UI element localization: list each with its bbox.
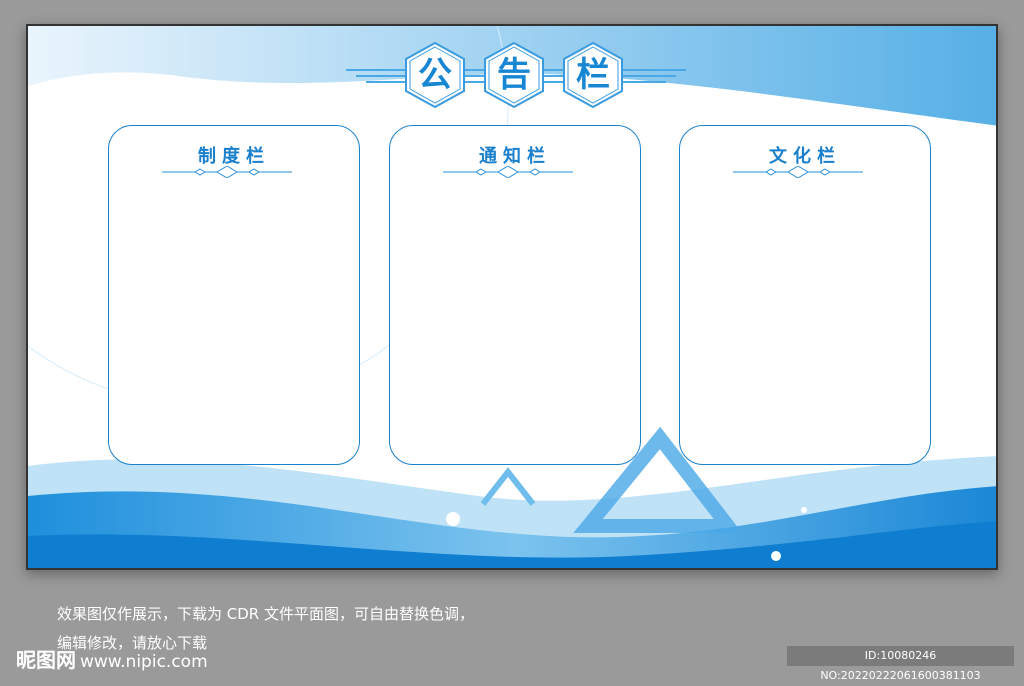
panel-culture: 文化栏 [679,125,931,465]
divider-ornament-icon [733,166,863,178]
divider-ornament-icon [162,166,292,178]
title-hex-2: 告 [484,42,544,108]
title-hex-1: 公 [405,42,465,108]
caption-line-1: 效果图仅作展示，下载为 CDR 文件平面图，可自由替换色调， [57,605,474,623]
title-char: 公 [418,55,452,95]
bulletin-board: 公 告 栏 制度栏 通知栏 文化栏 [26,24,998,570]
panel-title: 文化栏 [769,146,841,167]
logo-text: 昵图网 [16,648,76,672]
panel-title: 制度栏 [198,146,270,167]
title-char: 告 [497,55,531,95]
panel-rules: 制度栏 [108,125,360,465]
image-id-label: ID:10080246 NO:20220222061600381103 [787,646,1014,682]
panel-title: 通知栏 [479,146,551,167]
title-char: 栏 [576,55,610,95]
watermark-url: www.nipic.com [80,652,208,672]
title-hex-3: 栏 [563,42,623,108]
divider-ornament-icon [443,166,573,178]
panel-notice: 通知栏 [389,125,641,465]
watermark-logo: 昵图网 www.nipic.com [16,644,208,673]
